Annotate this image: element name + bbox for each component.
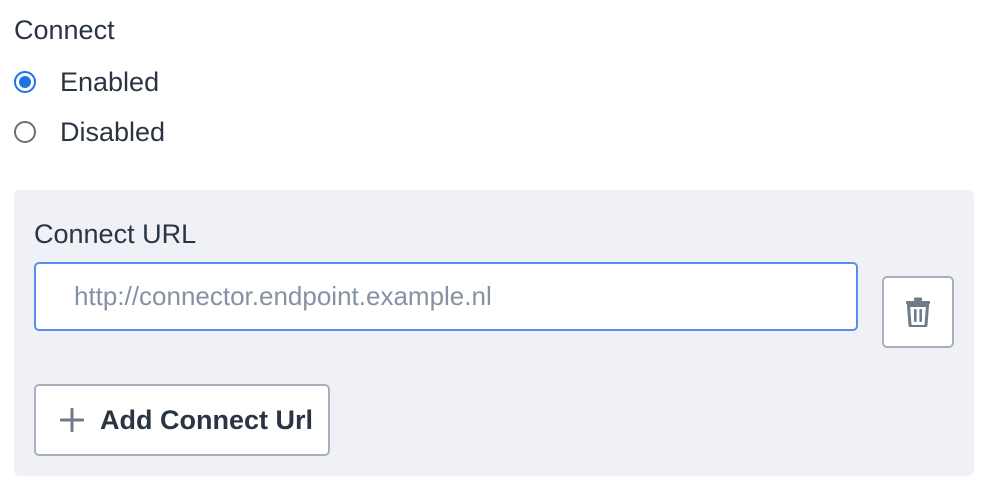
delete-url-button[interactable] bbox=[882, 276, 954, 348]
trash-icon bbox=[906, 297, 930, 327]
radio-enabled-label: Enabled bbox=[60, 67, 160, 97]
add-connect-url-label: Add Connect Url bbox=[100, 405, 313, 435]
add-connect-url-button[interactable]: Add Connect Url bbox=[34, 384, 330, 456]
radio-option-enabled[interactable]: Enabled bbox=[14, 64, 159, 100]
connect-url-panel: Connect URL Add Connect Url bbox=[14, 190, 974, 476]
connect-label: Connect bbox=[14, 15, 115, 45]
radio-enabled[interactable] bbox=[14, 71, 36, 93]
connect-url-input[interactable] bbox=[34, 262, 858, 331]
radio-disabled-label: Disabled bbox=[60, 117, 166, 147]
plus-icon bbox=[60, 408, 84, 432]
connect-settings: Connect Enabled Disabled Connect URL Add bbox=[0, 0, 988, 498]
connect-url-label: Connect URL bbox=[34, 219, 197, 249]
radio-disabled[interactable] bbox=[14, 121, 36, 143]
radio-option-disabled[interactable]: Disabled bbox=[14, 114, 165, 150]
